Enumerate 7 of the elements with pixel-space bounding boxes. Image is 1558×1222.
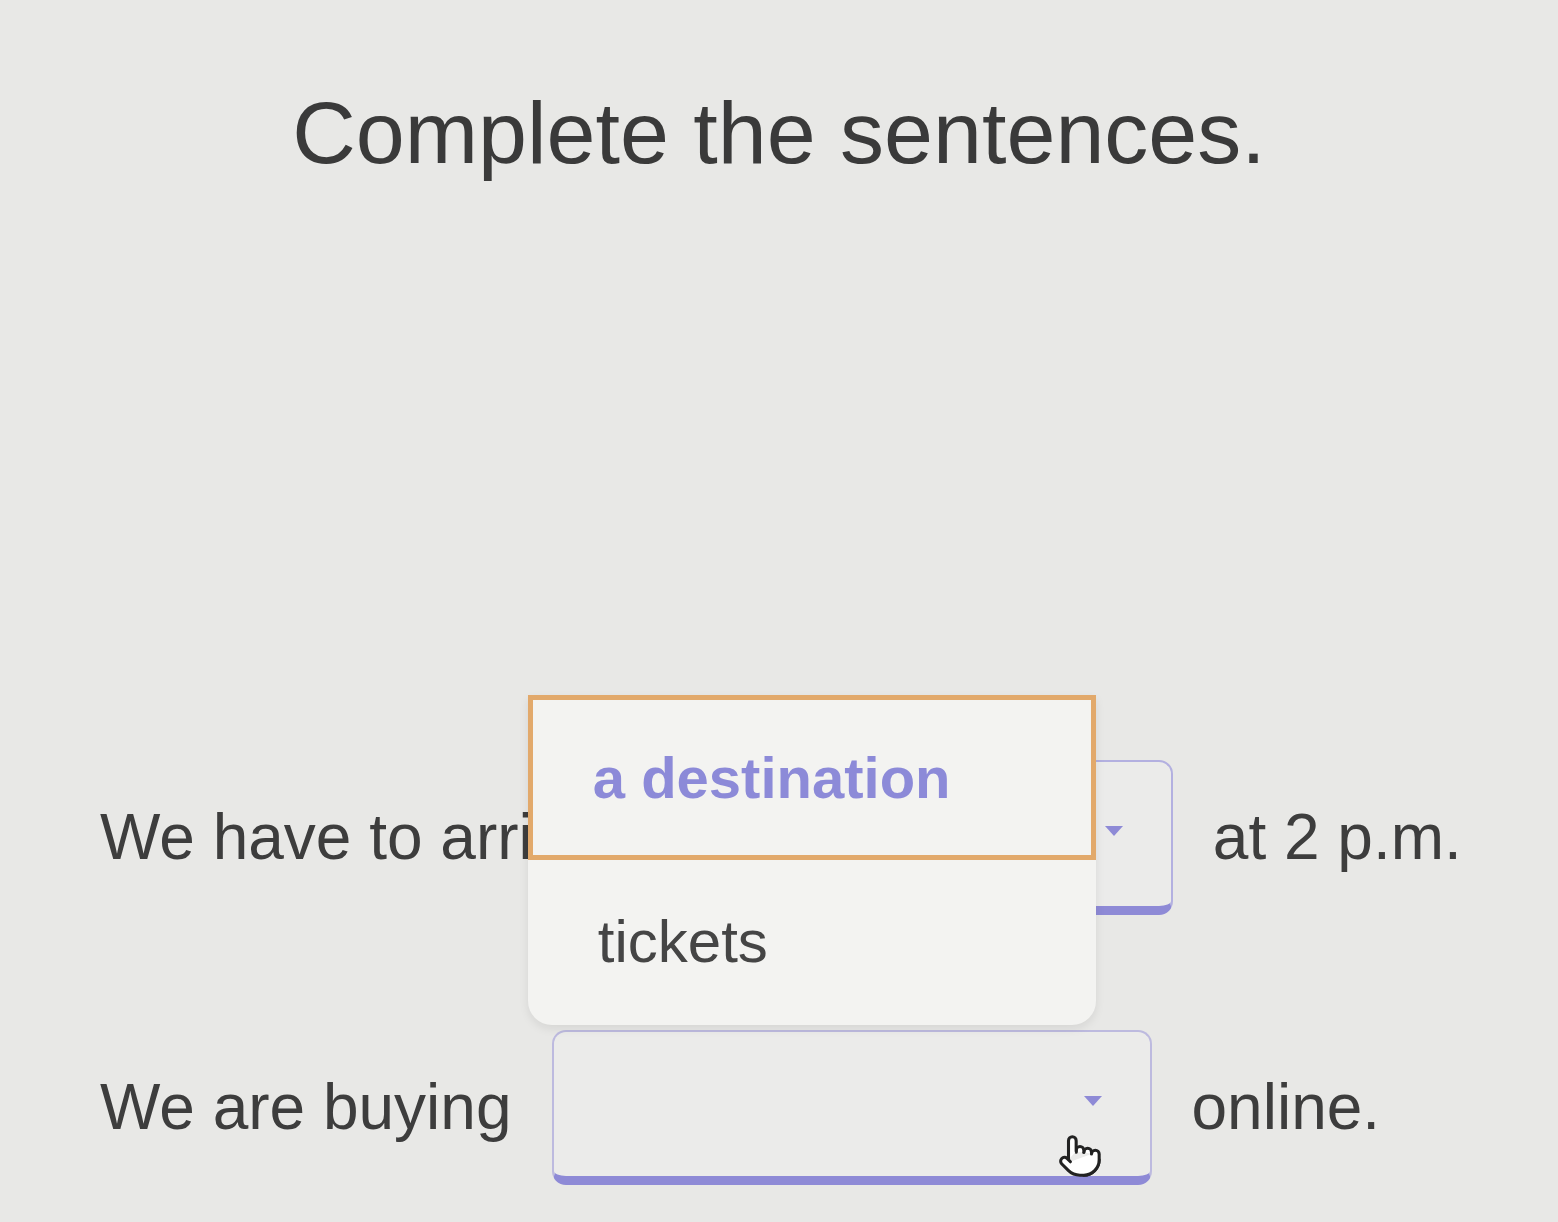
- sentence-text: online.: [1191, 1070, 1381, 1146]
- instruction-title: Complete the sentences.: [292, 82, 1266, 184]
- dropdown-select[interactable]: [551, 1029, 1152, 1185]
- caret-icon: [1083, 1095, 1102, 1106]
- caret-icon: [1104, 825, 1123, 836]
- sentence-text: at 2 p.m.: [1212, 800, 1462, 876]
- sentence-text: We are buying: [100, 1070, 512, 1146]
